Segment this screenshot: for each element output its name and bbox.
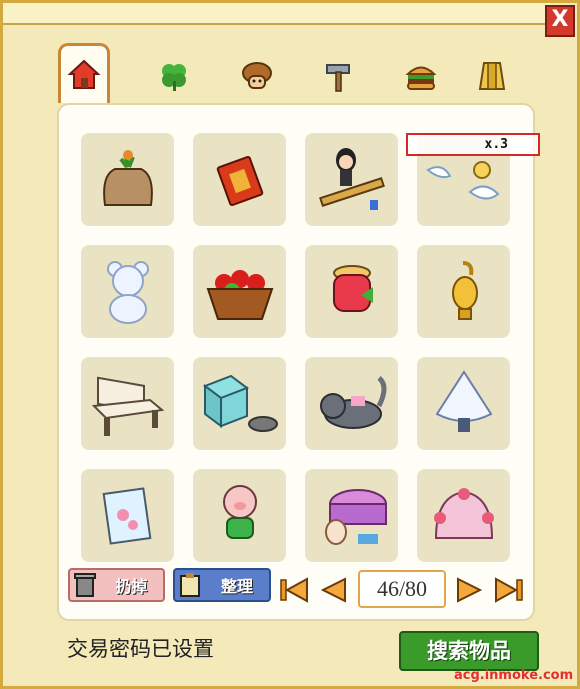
tab-home[interactable] (58, 43, 110, 103)
item-slot[interactable] (193, 245, 286, 338)
item-slot[interactable] (193, 133, 286, 226)
page-indicator: 46/80 (358, 570, 446, 608)
trade-password-status: 交易密码已设置 (67, 637, 214, 661)
item-panel: x.3 (57, 103, 540, 621)
last-page-icon[interactable] (494, 575, 524, 605)
item-slot[interactable] (305, 133, 398, 226)
clover-icon (162, 64, 186, 91)
quantity-label: x.3 (406, 133, 540, 156)
clipboard-icon (175, 570, 205, 600)
tab-plant[interactable] (148, 51, 200, 101)
trash-can-icon (70, 570, 100, 600)
prev-page-icon[interactable] (319, 575, 349, 605)
gray-cat-icon (319, 375, 386, 429)
tab-book[interactable] (466, 51, 518, 101)
pig-icon (222, 484, 257, 539)
first-page-icon[interactable] (279, 575, 309, 605)
category-tabs (58, 43, 518, 103)
search-items-button[interactable]: 搜索物品 (399, 631, 539, 671)
tab-tools[interactable] (313, 51, 365, 101)
seed-sack-icon (102, 149, 153, 206)
item-slot[interactable] (305, 357, 398, 450)
snow-tree-icon (435, 369, 492, 432)
item-slot[interactable] (81, 469, 174, 562)
inventory-window: X x.3 扔掉 整理 46/80 交易密码已设置 搜索物品 acg.inmok… (0, 0, 580, 689)
item-slot[interactable] (81, 245, 174, 338)
gold-lamp-icon (451, 260, 478, 320)
next-page-icon[interactable] (454, 575, 484, 605)
item-slot[interactable] (81, 133, 174, 226)
tab-character[interactable] (231, 51, 283, 101)
jam-jar-icon (332, 264, 373, 312)
sort-button[interactable]: 整理 (173, 568, 271, 602)
mushroom-head-icon (242, 62, 272, 89)
watermark: acg.inmoke.com (454, 668, 574, 683)
white-bench-icon (91, 376, 164, 436)
item-slot[interactable] (417, 245, 510, 338)
book-icon (478, 62, 506, 90)
close-button[interactable]: X (545, 5, 575, 37)
item-slot[interactable] (417, 469, 510, 562)
sort-label: 整理 (220, 577, 253, 596)
gift-box-cat-icon (202, 374, 278, 432)
fruit-basket-icon (206, 269, 273, 320)
house-icon (67, 59, 101, 89)
discard-label: 扔掉 (115, 577, 148, 596)
girl-on-bench-icon (318, 147, 385, 210)
title-bar (3, 3, 551, 25)
item-slot[interactable] (305, 245, 398, 338)
snow-bear-icon (106, 260, 149, 324)
red-coupon-icon (216, 155, 263, 206)
discard-button[interactable]: 扔掉 (68, 568, 165, 602)
burger-icon (405, 66, 437, 90)
item-slot[interactable] (81, 357, 174, 450)
pagination: 46/80 (279, 569, 534, 609)
flower-dome-icon (433, 487, 494, 539)
bunny-cake-icon (324, 488, 387, 545)
item-slot[interactable] (417, 357, 510, 450)
tab-food[interactable] (395, 51, 447, 101)
flower-painting-icon (102, 486, 151, 545)
item-slot[interactable] (305, 469, 398, 562)
hammer-icon (326, 64, 350, 92)
item-slot[interactable] (193, 469, 286, 562)
item-slot[interactable] (193, 357, 286, 450)
